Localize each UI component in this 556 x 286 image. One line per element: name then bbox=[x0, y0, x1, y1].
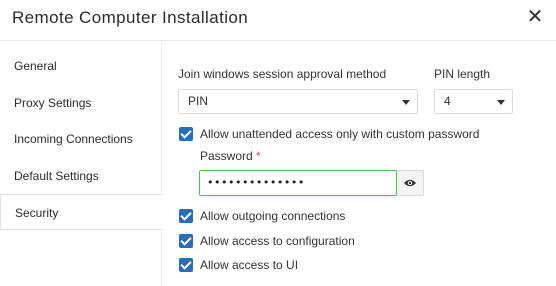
close-icon[interactable]: ✕ bbox=[524, 4, 546, 30]
pin-length-value: 4 bbox=[444, 94, 451, 108]
ui-access-label: Allow access to UI bbox=[200, 258, 299, 272]
approval-method-value: PIN bbox=[188, 94, 209, 108]
password-field[interactable]: •••••••••••••• bbox=[199, 170, 397, 196]
configuration-access-checkbox[interactable] bbox=[179, 234, 193, 248]
outgoing-connections-checkbox[interactable] bbox=[179, 209, 193, 223]
sidebar-item-proxy-settings[interactable]: Proxy Settings bbox=[0, 85, 162, 121]
password-label-text: Password bbox=[200, 149, 253, 163]
sidebar-item-incoming-connections[interactable]: Incoming Connections bbox=[0, 121, 162, 157]
chevron-down-icon bbox=[402, 100, 410, 105]
password-label: Password * bbox=[200, 149, 261, 163]
approval-method-select[interactable]: PIN bbox=[178, 89, 418, 114]
pin-length-label: PIN length bbox=[434, 67, 491, 81]
pin-length-select[interactable]: 4 bbox=[434, 89, 513, 114]
sidebar: General Proxy Settings Incoming Connecti… bbox=[0, 41, 163, 286]
security-panel: Join windows session approval method PIN… bbox=[163, 41, 556, 286]
required-mark: * bbox=[256, 149, 261, 163]
ui-access-checkbox[interactable] bbox=[179, 258, 193, 272]
approval-method-label: Join windows session approval method bbox=[178, 67, 387, 81]
eye-icon[interactable] bbox=[397, 170, 424, 196]
outgoing-connections-label: Allow outgoing connections bbox=[200, 209, 346, 223]
unattended-access-label: Allow unattended access only with custom… bbox=[200, 127, 480, 141]
sidebar-item-general[interactable]: General bbox=[0, 48, 162, 84]
sidebar-item-security[interactable]: Security bbox=[0, 194, 163, 230]
unattended-access-checkbox[interactable] bbox=[179, 127, 193, 141]
dialog-title: Remote Computer Installation bbox=[12, 8, 249, 27]
configuration-access-label: Allow access to configuration bbox=[200, 234, 355, 248]
chevron-down-icon bbox=[497, 100, 505, 105]
sidebar-item-default-settings[interactable]: Default Settings bbox=[0, 158, 162, 194]
dialog-header: Remote Computer Installation ✕ bbox=[0, 0, 556, 41]
